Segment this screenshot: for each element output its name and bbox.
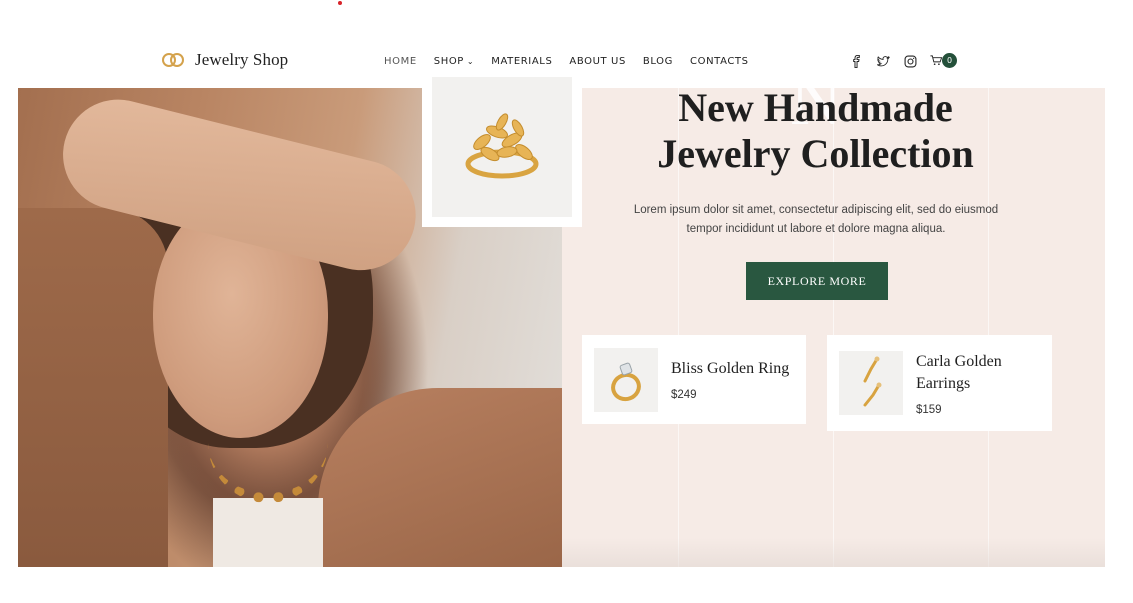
twitter-icon[interactable]	[876, 54, 890, 68]
instagram-icon[interactable]	[903, 54, 917, 68]
featured-ring-card[interactable]	[422, 67, 582, 227]
header-icons: 0	[849, 53, 957, 68]
featured-ring-image	[432, 77, 572, 217]
ring-icon	[611, 362, 641, 401]
hero-description-line1: Lorem ipsum dolor sit amet, consectetur …	[633, 204, 999, 216]
product-price: $159	[916, 403, 942, 416]
hero-description-line2: tempor incididunt ut labore et dolore ma…	[686, 223, 946, 235]
nav-contacts[interactable]: CONTACTS	[690, 56, 749, 67]
product-thumbnail	[594, 347, 658, 412]
interlocked-rings-logo-icon	[162, 52, 186, 68]
logo-text: Jewelry Shop	[195, 50, 289, 69]
product-name[interactable]: Carla Golden Earrings	[916, 351, 1002, 395]
leaf-ring-icon	[465, 113, 539, 179]
nav-home[interactable]: HOME	[384, 56, 417, 67]
explore-more-button[interactable]: EXPLORE MORE	[746, 262, 888, 300]
nav-shop[interactable]: SHOP ⌄	[434, 56, 474, 67]
product-name-line2: Earrings	[916, 374, 971, 392]
site-logo[interactable]: Jewelry Shop	[162, 50, 288, 70]
nav-about-us[interactable]: ABOUT US	[569, 56, 625, 67]
hero-title-line1: New Handmade	[678, 85, 953, 130]
hero-title: New Handmade Jewelry Collection	[638, 85, 993, 177]
nav-blog[interactable]: BLOG	[643, 56, 673, 67]
model-coat-right	[318, 388, 562, 567]
chevron-down-icon: ⌄	[466, 57, 475, 66]
model-coat-left	[18, 208, 168, 567]
product-info: Carla Golden Earrings $159	[916, 351, 1002, 416]
cart-count-badge: 0	[942, 53, 957, 68]
product-price: $249	[671, 389, 697, 401]
product-card-bliss-ring[interactable]: Bliss Golden Ring $249	[582, 335, 806, 424]
cart-button[interactable]: 0	[930, 53, 957, 68]
hero-title-line2: Jewelry Collection	[657, 131, 974, 176]
nav-shop-label: SHOP	[433, 56, 464, 67]
facebook-icon[interactable]	[849, 54, 863, 68]
product-info: Bliss Golden Ring $249	[671, 358, 789, 401]
red-marker	[338, 1, 342, 5]
earrings-icon	[863, 356, 882, 407]
product-name-line1: Carla Golden	[916, 352, 1002, 370]
product-thumbnail	[839, 351, 903, 415]
product-card-carla-earrings[interactable]: Carla Golden Earrings $159	[827, 335, 1052, 431]
nav-materials[interactable]: MATERIALS	[491, 56, 552, 67]
main-nav: HOME SHOP ⌄ MATERIALS ABOUT US BLOG CONTA…	[384, 56, 766, 67]
model-necklace	[208, 443, 328, 503]
floor-shadow	[562, 538, 1105, 567]
hero-description: Lorem ipsum dolor sit amet, consectetur …	[608, 201, 1024, 239]
model-shirt	[213, 498, 323, 567]
product-name[interactable]: Bliss Golden Ring	[671, 358, 789, 380]
